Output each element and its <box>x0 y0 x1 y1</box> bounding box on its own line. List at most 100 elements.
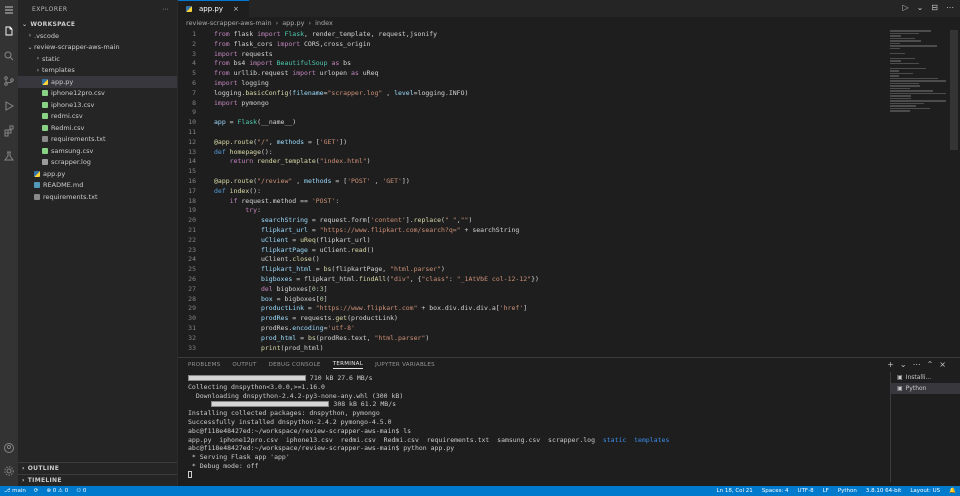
code-text: import requests <box>214 49 273 58</box>
tree-item-label: iphone13.csv <box>51 100 95 109</box>
code-line: 21 flipkart_url = "https://www.flipkart.… <box>178 226 878 236</box>
terminal-list: ▣ Installi... ▣ Python <box>890 372 960 482</box>
tree-item[interactable]: requirements.txt <box>18 191 177 203</box>
code-line: 2 from flask_cors import CORS,cross_origi… <box>178 40 878 50</box>
line-number: 8 <box>192 98 196 107</box>
tree-item[interactable]: iphone13.csv <box>18 99 177 111</box>
editor-scrollbar[interactable] <box>950 30 958 150</box>
tree-item[interactable]: samsung.csv <box>18 145 177 157</box>
minimap-line <box>890 32 920 34</box>
line-number: 19 <box>188 206 196 215</box>
terminal-item-installing[interactable]: ▣ Installi... <box>891 372 960 383</box>
keyboard-layout[interactable]: Layout: US <box>910 488 940 494</box>
terminal-line: * Debug mode: off <box>188 461 259 470</box>
outline-section[interactable]: › OUTLINE <box>18 462 177 474</box>
tab-jupyter-variables[interactable]: JUPYTER VARIABLES <box>375 362 435 368</box>
tree-item[interactable]: requirements.txt <box>18 134 177 146</box>
code-line: 29 productLink = "https://www.flipkart.c… <box>178 304 878 314</box>
more-actions-icon[interactable]: ⋯ <box>163 6 170 13</box>
cursor-position[interactable]: Ln 18, Col 21 <box>717 488 753 494</box>
testing-icon[interactable] <box>2 149 16 163</box>
tree-item[interactable]: iphone12pro.csv <box>18 88 177 100</box>
tree-item[interactable]: › .vscode <box>18 30 177 42</box>
code-text: uClient.close() <box>214 255 320 264</box>
maximize-panel-icon[interactable]: ⌃ <box>927 360 934 369</box>
minimap-line <box>890 82 920 84</box>
terminal-output[interactable]: 710 kB 27.6 MB/s Collecting dnspython<3.… <box>188 374 888 486</box>
settings-gear-icon[interactable] <box>2 464 16 478</box>
minimap-line <box>890 75 899 77</box>
tree-item[interactable]: README.md <box>18 180 177 192</box>
terminal-icon: ▣ <box>897 374 903 381</box>
tree-item[interactable]: app.py <box>18 76 177 88</box>
chevron-right-icon: › <box>22 465 25 472</box>
account-icon[interactable] <box>2 441 16 455</box>
timeline-section[interactable]: › TIMELINE <box>18 474 177 486</box>
line-number: 18 <box>188 196 196 205</box>
chevron-right-icon: › <box>28 32 32 40</box>
tree-item[interactable]: › static <box>18 53 177 65</box>
run-dropdown-icon[interactable]: ⌄ <box>917 3 924 12</box>
indentation[interactable]: Spaces: 4 <box>762 488 789 494</box>
terminal-dropdown-icon[interactable]: ⌄ <box>900 360 907 369</box>
tab-output[interactable]: OUTPUT <box>232 362 256 368</box>
end-of-line[interactable]: LF <box>823 488 829 494</box>
encoding[interactable]: UTF-8 <box>798 488 814 494</box>
language-mode[interactable]: Python <box>838 488 857 494</box>
workspace-section[interactable]: ⌄ WORKSPACE <box>18 18 177 30</box>
tab-debug-console[interactable]: DEBUG CONSOLE <box>269 362 321 368</box>
code-text: prodRes = requests.get(productLink) <box>260 314 398 323</box>
code-line: 10 app = Flask(__name__) <box>178 118 878 128</box>
branch-indicator[interactable]: ⎇ main <box>4 488 26 494</box>
problems-indicator[interactable]: ⊗ 0 ⚠ 0 <box>46 488 68 494</box>
chevron-down-icon: ⌄ <box>22 20 28 28</box>
run-file-icon[interactable]: ▷ <box>902 3 908 12</box>
new-terminal-icon[interactable]: + <box>887 360 894 369</box>
terminal-line: 710 kB 27.6 MB/s <box>188 374 888 383</box>
code-line: 30 prodRes = requests.get(productLink) <box>178 314 878 324</box>
code-editor[interactable]: 1 from flask import Flask, render_templat… <box>178 30 878 357</box>
tree-item[interactable]: app.py <box>18 168 177 180</box>
more-actions-icon[interactable]: ⋯ <box>946 3 954 12</box>
tree-item[interactable]: redmi.csv <box>18 111 177 123</box>
split-editor-icon[interactable]: ⊟ <box>931 3 938 12</box>
breadcrumb-file[interactable]: app.py <box>282 19 304 27</box>
code-text: from flask import Flask, render_template… <box>214 30 438 38</box>
source-control-icon[interactable] <box>2 74 16 88</box>
tab-app-py[interactable]: app.py × <box>178 0 249 17</box>
python-interpreter[interactable]: 3.8.10 64-bit <box>866 488 901 494</box>
tree-item-label: requirements.txt <box>51 135 106 144</box>
more-actions-icon[interactable]: ⋯ <box>913 360 921 369</box>
code-line: 24 uClient.close() <box>178 255 878 265</box>
minimap[interactable] <box>890 30 946 130</box>
menu-icon[interactable] <box>2 3 16 17</box>
search-icon[interactable] <box>2 49 16 63</box>
notifications-bell-icon[interactable]: 🔔 <box>949 488 956 494</box>
tab-label: app.py <box>199 5 223 13</box>
breadcrumb-symbol[interactable]: index <box>315 19 333 27</box>
line-number: 23 <box>188 245 196 254</box>
tree-item[interactable]: Redmi.csv <box>18 122 177 134</box>
tab-problems[interactable]: PROBLEMS <box>188 362 220 368</box>
tree-item[interactable]: scrapper.log <box>18 157 177 169</box>
extensions-icon[interactable] <box>2 124 16 138</box>
terminal-item-python[interactable]: ▣ Python <box>891 383 960 394</box>
line-number: 32 <box>188 333 196 342</box>
tree-item-label: static <box>42 54 60 63</box>
explorer-icon[interactable] <box>2 24 16 38</box>
terminal-line: 308 kB 61.2 MB/s <box>188 400 888 409</box>
minimap-line <box>890 42 901 44</box>
close-panel-icon[interactable]: × <box>939 360 946 369</box>
tree-item[interactable]: ⌄ review-scrapper-aws-main <box>18 42 177 54</box>
terminal-line: Downloading dnspython-2.4.2-py3-none-any… <box>188 391 404 400</box>
sync-icon[interactable]: ⟳ <box>34 488 39 494</box>
tree-item[interactable]: › templates <box>18 65 177 77</box>
code-line: 5 from urllib.request import urlopen as u… <box>178 69 878 79</box>
ports-indicator[interactable]: ⚇ 0 <box>76 488 86 494</box>
tab-terminal[interactable]: TERMINAL <box>332 361 364 369</box>
breadcrumb-folder[interactable]: review-scrapper-aws-main <box>186 19 272 27</box>
close-tab-icon[interactable]: × <box>233 5 239 13</box>
minimap-line <box>890 45 938 47</box>
code-line: 23 flipkartPage = uClient.read() <box>178 246 878 256</box>
run-debug-icon[interactable] <box>2 99 16 113</box>
